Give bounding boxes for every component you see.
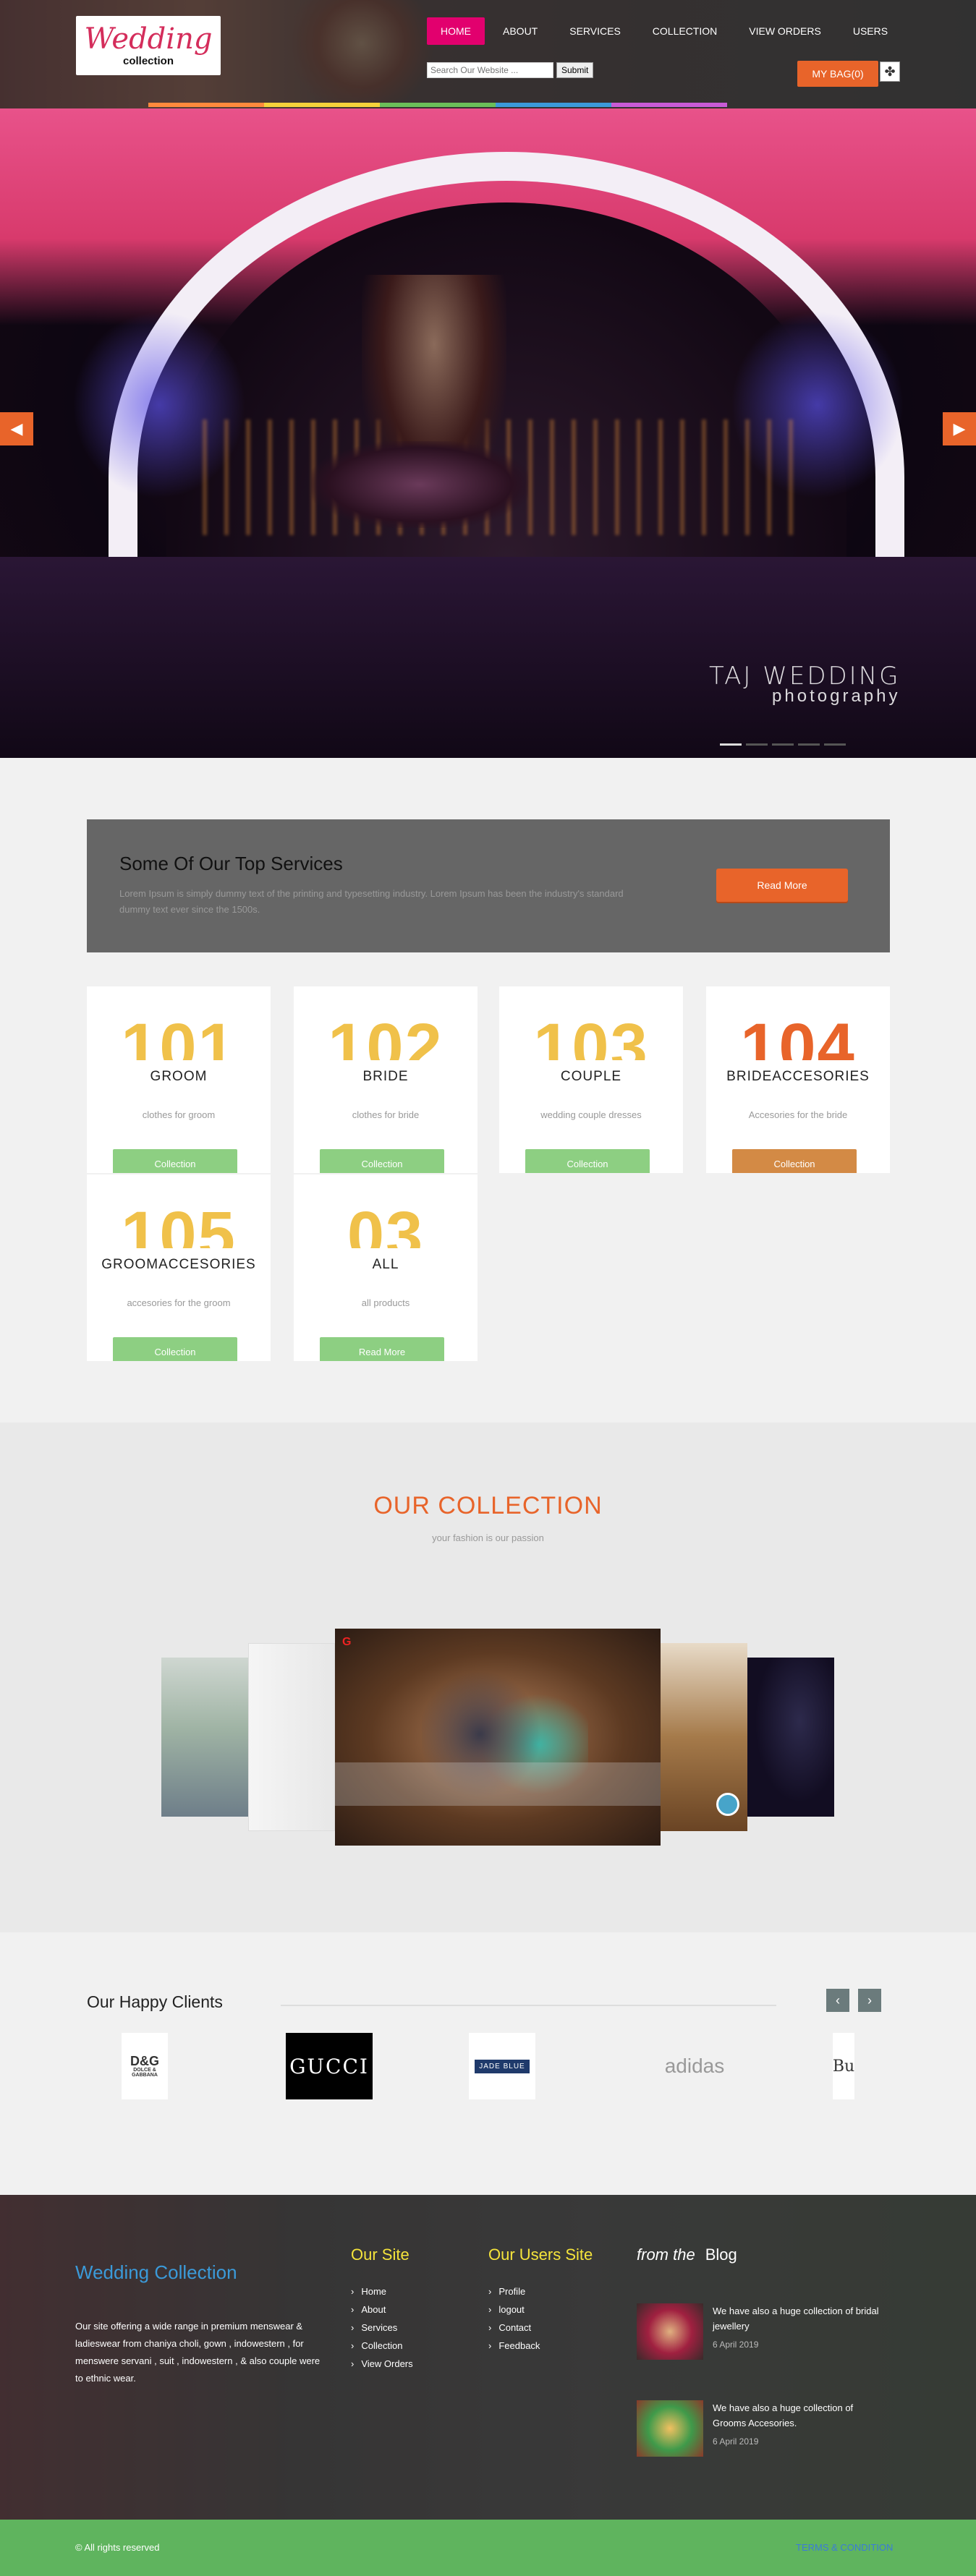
collection-button[interactable]: Collection xyxy=(732,1149,857,1173)
client-logo-partial[interactable]: Bu xyxy=(833,2033,854,2099)
footer-about-text: Our site offering a wide range in premiu… xyxy=(75,2321,321,2384)
divider xyxy=(281,2005,776,2006)
logo-script-text: Wedding xyxy=(84,22,213,56)
blog-thumbnail[interactable] xyxy=(637,2400,703,2457)
chevron-left-icon[interactable]: ◀ xyxy=(0,412,33,445)
blog-post[interactable]: We have also a huge collection of Grooms… xyxy=(637,2400,890,2458)
footer-site-heading: Our Site xyxy=(351,2246,410,2264)
collection-image[interactable] xyxy=(747,1658,834,1817)
nav-users[interactable]: USERS xyxy=(839,17,901,45)
collection-section: OUR COLLECTION your fashion is our passi… xyxy=(0,1423,976,1932)
service-card-brideaccesories: 104 BRIDEACCESORIES Accesories for the b… xyxy=(706,986,890,1173)
client-logo-dg[interactable]: D&G DOLCE & GABBANA xyxy=(122,2033,168,2099)
nav-collection[interactable]: COLLECTION xyxy=(639,17,731,45)
read-more-button[interactable]: Read More xyxy=(716,869,848,902)
footer-users-heading: Our Users Site xyxy=(488,2246,593,2264)
site-logo[interactable]: Wedding collection xyxy=(76,16,221,75)
nav-view-orders[interactable]: VIEW ORDERS xyxy=(735,17,835,45)
chevron-right-icon[interactable]: › xyxy=(858,1989,881,2012)
slider-dot[interactable] xyxy=(772,743,794,746)
footer-link-feedback[interactable]: Feedback xyxy=(488,2337,540,2355)
read-more-button[interactable]: Read More xyxy=(320,1337,444,1361)
collection-subtitle: your fashion is our passion xyxy=(432,1532,544,1543)
collection-title: OUR COLLECTION xyxy=(373,1492,603,1519)
chevron-left-icon[interactable]: ‹ xyxy=(826,1989,849,2012)
site-footer: Wedding Collection Our site offering a w… xyxy=(0,2195,976,2520)
footer-link-profile[interactable]: Profile xyxy=(488,2282,540,2300)
service-card-groomaccesories: 105 GROOMACCESORIES accesories for the g… xyxy=(87,1174,271,1361)
footer-blog-heading: from the Blog xyxy=(637,2246,737,2264)
client-logo-jade-blue[interactable]: JADE BLUE xyxy=(469,2033,535,2099)
footer-link-home[interactable]: Home xyxy=(351,2282,413,2300)
collection-button[interactable]: Collection xyxy=(113,1337,237,1361)
collection-button[interactable]: Collection xyxy=(525,1149,650,1173)
bottom-bar: © All rights reserved TERMS & CONDITION xyxy=(0,2520,976,2576)
color-strip xyxy=(148,103,727,107)
footer-link-logout[interactable]: logout xyxy=(488,2300,540,2319)
footer-link-about[interactable]: About xyxy=(351,2300,413,2319)
service-card-groom: 101 GROOM clothes for groom Collection xyxy=(87,986,271,1173)
footer-link-services[interactable]: Services xyxy=(351,2319,413,2337)
service-card-couple: 103 COUPLE wedding couple dresses Collec… xyxy=(499,986,683,1173)
slider-dot[interactable] xyxy=(720,743,742,746)
services-title: Some Of Our Top Services xyxy=(119,853,343,874)
collection-button[interactable]: Collection xyxy=(113,1149,237,1173)
services-banner: Some Of Our Top Services Lorem Ipsum is … xyxy=(87,819,890,952)
collection-image-featured[interactable]: G xyxy=(335,1629,661,1846)
terms-link[interactable]: TERMS & CONDITION xyxy=(796,2542,893,2553)
search-submit-button[interactable]: Submit xyxy=(556,62,594,78)
footer-site-links: Home About Services Collection View Orde… xyxy=(351,2282,413,2373)
nav-services[interactable]: SERVICES xyxy=(556,17,635,45)
site-header: Wedding collection HOME ABOUT SERVICES C… xyxy=(0,0,976,108)
search-form: Submit xyxy=(427,62,594,78)
copyright-text: © All rights reserved xyxy=(75,2542,160,2553)
footer-link-collection[interactable]: Collection xyxy=(351,2337,413,2355)
blog-thumbnail[interactable] xyxy=(637,2303,703,2360)
photographer-logo-icon: G xyxy=(342,1636,352,1648)
search-input[interactable] xyxy=(427,62,553,78)
collection-image[interactable] xyxy=(248,1643,335,1831)
collection-image[interactable] xyxy=(161,1658,248,1817)
hero-slider: ◀ ▶ TAJ WEDDING photography xyxy=(0,108,976,758)
slide-boat xyxy=(311,441,528,528)
client-logo-adidas[interactable]: adidas xyxy=(651,2033,738,2099)
footer-link-view-orders[interactable]: View Orders xyxy=(351,2355,412,2373)
main-nav: HOME ABOUT SERVICES COLLECTION VIEW ORDE… xyxy=(427,17,901,45)
slide-watermark: TAJ WEDDING photography xyxy=(709,662,901,706)
clients-title: Our Happy Clients xyxy=(87,1992,223,2011)
service-card-bride: 102 BRIDE clothes for bride Collection xyxy=(294,986,478,1173)
services-text: Lorem Ipsum is simply dummy text of the … xyxy=(119,888,624,915)
logo-sub-text: collection xyxy=(122,54,174,67)
blog-post[interactable]: We have also a huge collection of bridal… xyxy=(637,2303,890,2361)
client-logo-gucci[interactable]: GUCCI xyxy=(286,2033,373,2099)
globe-icon[interactable]: ✤ xyxy=(880,61,900,82)
chevron-right-icon[interactable]: ▶ xyxy=(943,412,976,445)
slider-dot[interactable] xyxy=(746,743,768,746)
photo-badge-icon xyxy=(716,1793,739,1816)
collection-button[interactable]: Collection xyxy=(320,1149,444,1173)
slider-dot[interactable] xyxy=(824,743,846,746)
slider-dot[interactable] xyxy=(798,743,820,746)
nav-about[interactable]: ABOUT xyxy=(489,17,551,45)
footer-link-contact[interactable]: Contact xyxy=(488,2319,540,2337)
footer-brand: Wedding Collection xyxy=(75,2261,237,2283)
nav-home[interactable]: HOME xyxy=(427,17,485,45)
footer-users-links: Profile logout Contact Feedback xyxy=(488,2282,540,2355)
my-bag-button[interactable]: MY BAG(0) xyxy=(797,61,878,87)
slider-dots xyxy=(720,743,846,746)
service-card-all: 03 ALL all products Read More xyxy=(294,1174,478,1361)
